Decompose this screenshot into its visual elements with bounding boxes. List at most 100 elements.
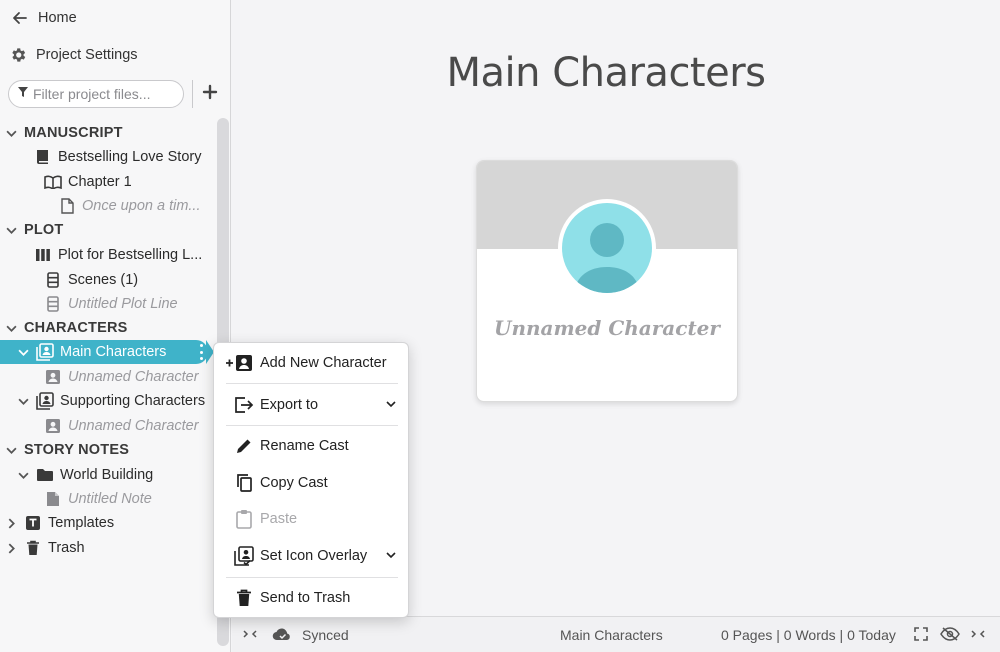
- section-manuscript[interactable]: MANUSCRIPT: [4, 121, 220, 145]
- tree-item-trash[interactable]: Trash: [4, 536, 220, 560]
- tree-label: Supporting Characters: [60, 393, 206, 409]
- chevron-down-icon: [384, 397, 398, 411]
- context-menu: Add New Character Export to Rename Cast …: [213, 342, 409, 618]
- tree-item-supporting-characters[interactable]: Supporting Characters: [16, 389, 232, 413]
- tree-label: Unnamed Character: [68, 418, 199, 434]
- tree-item-templates[interactable]: Templates: [4, 511, 220, 535]
- trash-icon: [234, 588, 254, 608]
- menu-item-send-to-trash[interactable]: Send to Trash: [214, 583, 410, 613]
- clipboard-icon: [234, 509, 254, 529]
- arrow-left-icon: [10, 8, 30, 28]
- chevron-down-icon[interactable]: [4, 128, 18, 139]
- cast-icon: [36, 392, 54, 410]
- sync-status: Synced: [302, 627, 349, 643]
- status-bar: Synced Main Characters 0 Pages | 0 Words…: [232, 616, 1000, 652]
- gear-icon: [8, 45, 28, 65]
- export-icon: [234, 395, 254, 415]
- tree-label: Scenes (1): [68, 272, 139, 288]
- section-characters[interactable]: CHARACTERS: [4, 316, 220, 340]
- book-icon: [34, 148, 52, 166]
- tree-item-world-building[interactable]: World Building: [16, 463, 232, 487]
- columns-icon: [34, 246, 52, 264]
- menu-item-copy-cast[interactable]: Copy Cast: [214, 468, 410, 498]
- collapse-panel-icon[interactable]: [970, 628, 986, 640]
- pencil-icon: [234, 436, 254, 456]
- project-settings-link[interactable]: Project Settings: [8, 42, 138, 68]
- menu-label: Export to: [260, 397, 319, 413]
- note-icon: [44, 490, 62, 508]
- tree-label: Untitled Note: [68, 491, 152, 507]
- sidebar: Home Project Settings MANUSCRIPT Bestsel…: [0, 0, 231, 652]
- copy-icon: [234, 473, 254, 493]
- filter-box: [8, 80, 184, 108]
- add-file-button[interactable]: [199, 82, 221, 104]
- menu-label: Copy Cast: [260, 475, 328, 491]
- tree-label: Bestselling Love Story: [58, 149, 202, 165]
- chevron-right-icon[interactable]: [4, 517, 18, 529]
- tree-item-chapter[interactable]: Chapter 1: [44, 170, 260, 194]
- character-card[interactable]: Unnamed Character: [476, 160, 738, 402]
- tree-label: Unnamed Character: [68, 369, 199, 385]
- add-person-icon: [224, 353, 254, 373]
- word-counts[interactable]: 0 Pages | 0 Words | 0 Today: [721, 627, 896, 643]
- menu-label: Paste: [260, 511, 298, 527]
- menu-label: Set Icon Overlay: [260, 548, 368, 564]
- cast-icon: [36, 343, 54, 361]
- menu-separator: [226, 425, 398, 426]
- tree-item-plot[interactable]: Plot for Bestselling L...: [34, 243, 250, 267]
- section-story-notes[interactable]: STORY NOTES: [4, 438, 220, 462]
- chevron-down-icon[interactable]: [16, 470, 30, 481]
- tree-label: Untitled Plot Line: [68, 296, 178, 312]
- person-card-icon: [44, 368, 62, 386]
- menu-item-paste[interactable]: Paste: [214, 504, 410, 534]
- open-book-icon: [44, 173, 62, 191]
- menu-separator: [226, 383, 398, 384]
- tree-label: Templates: [48, 515, 115, 531]
- plus-icon: [202, 80, 218, 106]
- tree-label: Once upon a tim...: [82, 198, 201, 214]
- trash-icon: [24, 539, 42, 557]
- menu-item-add-new-character[interactable]: Add New Character: [214, 348, 410, 378]
- menu-label: Add New Character: [260, 355, 387, 371]
- hide-eye-icon[interactable]: [940, 627, 960, 641]
- chevron-down-icon[interactable]: [16, 396, 30, 407]
- tree-item-main-characters[interactable]: Main Characters: [0, 340, 208, 364]
- icon-overlay-icon: [234, 546, 254, 566]
- tree-item-novel[interactable]: Bestselling Love Story: [34, 145, 250, 169]
- home-link[interactable]: Home: [10, 5, 77, 31]
- project-settings-label: Project Settings: [36, 47, 138, 63]
- home-label: Home: [38, 10, 77, 26]
- tree-label: MANUSCRIPT: [24, 125, 123, 141]
- cloud-sync-icon: [272, 626, 292, 642]
- tree-label: PLOT: [24, 222, 64, 238]
- section-plot[interactable]: PLOT: [4, 218, 220, 242]
- menu-item-export-to[interactable]: Export to: [214, 390, 410, 420]
- menu-label: Rename Cast: [260, 438, 349, 454]
- page-title: Main Characters: [446, 50, 766, 96]
- tree-item-plot-line[interactable]: Untitled Plot Line: [44, 292, 260, 316]
- tree-label: Trash: [48, 540, 85, 556]
- menu-item-set-icon-overlay[interactable]: Set Icon Overlay: [214, 541, 410, 571]
- document-name: Main Characters: [560, 627, 663, 643]
- menu-label: Send to Trash: [260, 590, 351, 606]
- stack-icon: [44, 271, 62, 289]
- collapse-sidebar-icon[interactable]: [242, 628, 258, 640]
- menu-item-rename-cast[interactable]: Rename Cast: [214, 431, 410, 461]
- fullscreen-icon[interactable]: [914, 627, 928, 641]
- tree-label: Plot for Bestselling L...: [58, 247, 203, 263]
- document-icon: [58, 197, 76, 215]
- chevron-right-icon[interactable]: [4, 542, 18, 554]
- chevron-down-icon[interactable]: [16, 347, 30, 358]
- chevron-down-icon[interactable]: [4, 225, 18, 236]
- tree-item-scenes[interactable]: Scenes (1): [44, 268, 260, 292]
- filter-input[interactable]: [33, 86, 173, 102]
- chevron-down-icon: [384, 548, 398, 562]
- tree-label: Chapter 1: [68, 174, 132, 190]
- chevron-down-icon[interactable]: [4, 323, 18, 334]
- person-silhouette-icon: [562, 203, 652, 293]
- tree-label: Main Characters: [60, 344, 167, 360]
- stack-icon: [44, 295, 62, 313]
- template-icon: [24, 514, 42, 532]
- chevron-down-icon[interactable]: [4, 445, 18, 456]
- more-options-icon[interactable]: [198, 344, 204, 360]
